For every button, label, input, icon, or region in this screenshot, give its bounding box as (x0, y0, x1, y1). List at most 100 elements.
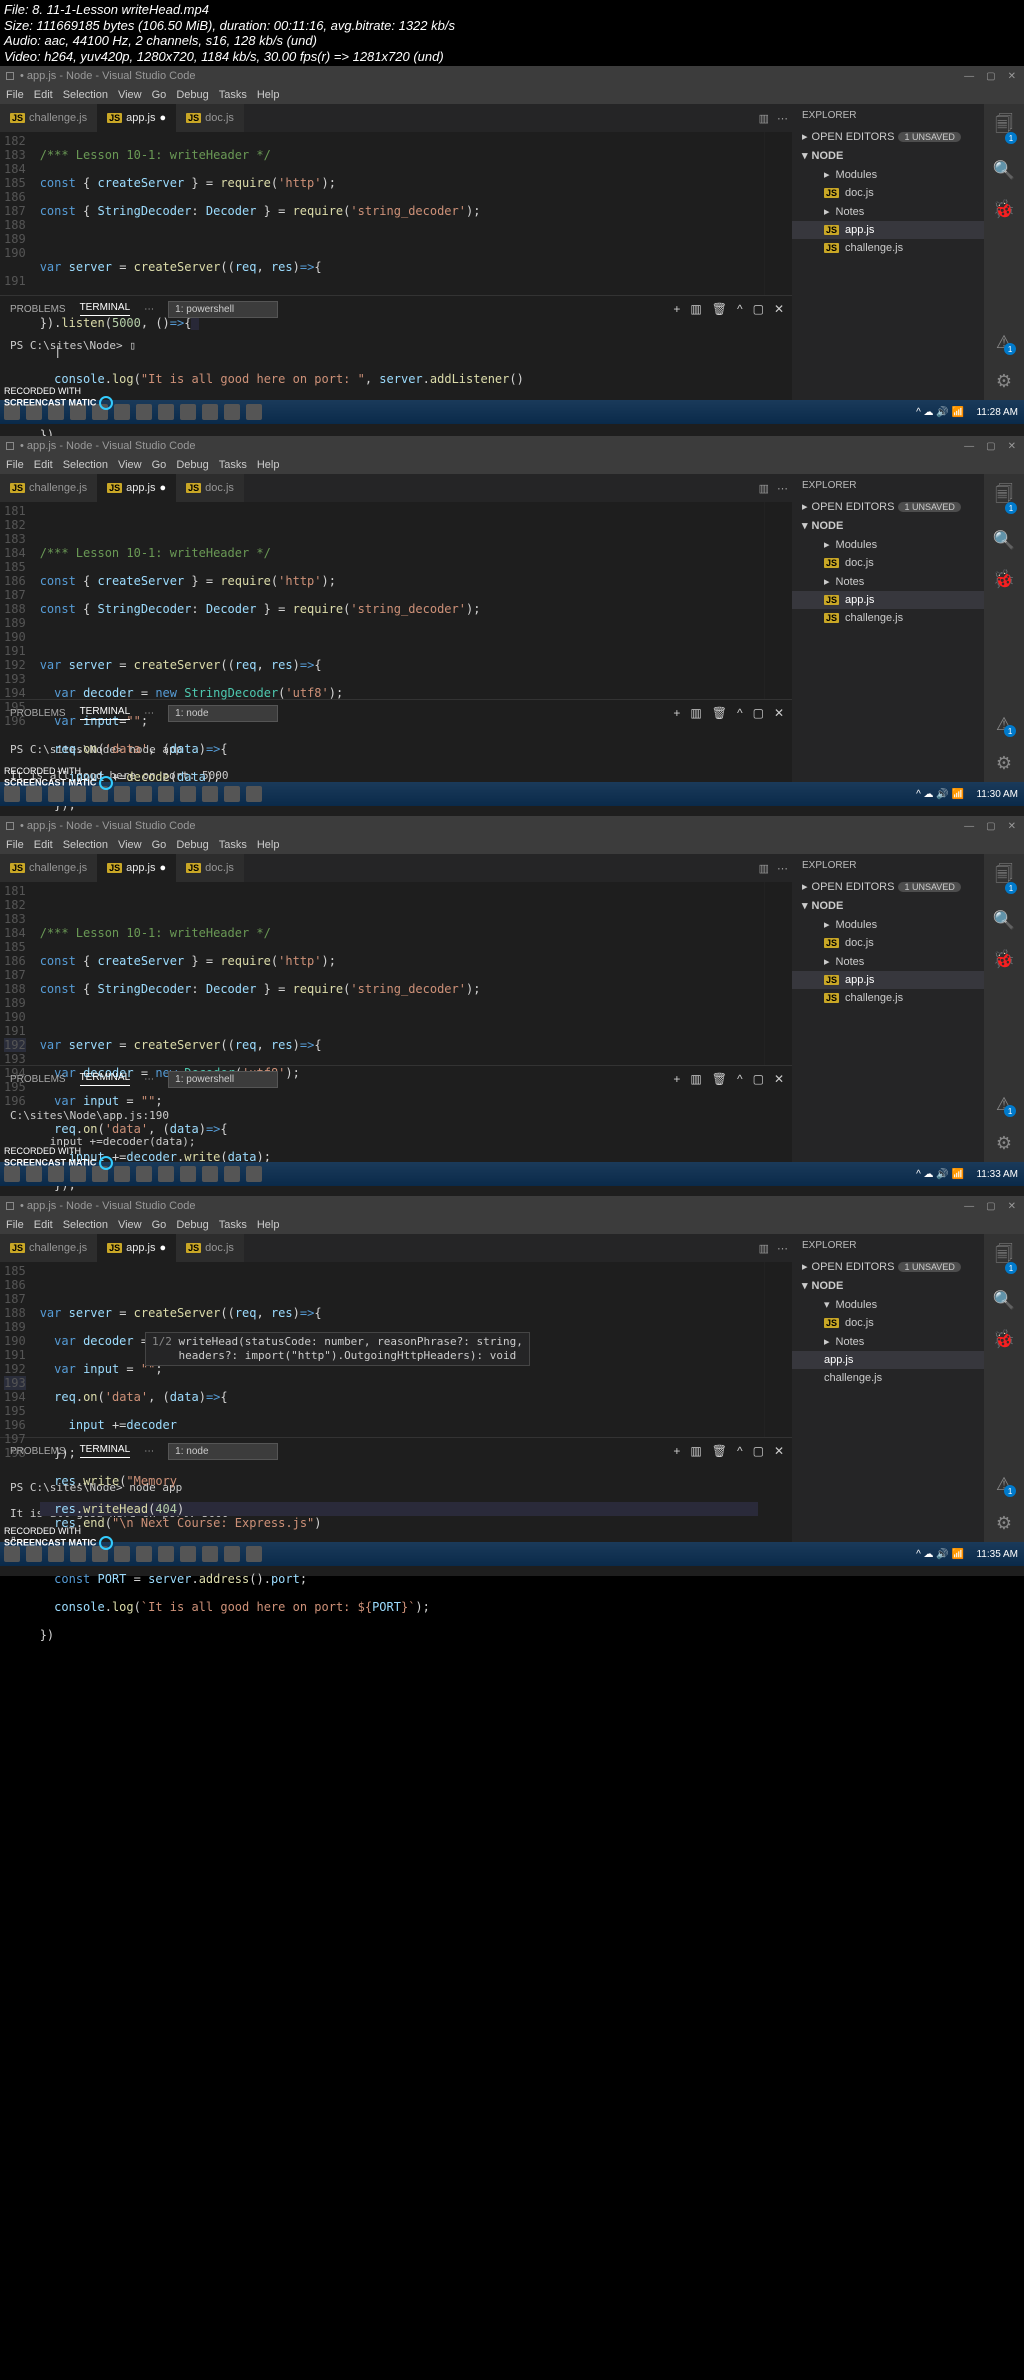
shell-select[interactable]: 1: node (168, 705, 278, 722)
tab-doc[interactable]: JSdoc.js (176, 474, 244, 502)
new-terminal-icon[interactable]: + (673, 302, 680, 316)
more-icon[interactable]: ⋯ (777, 482, 788, 495)
watermark: RECORDED WITH SCREENCAST MATIC (4, 386, 113, 410)
file-app[interactable]: JS app.js (792, 221, 984, 239)
new-terminal-icon[interactable]: + (673, 706, 680, 720)
close-button[interactable]: ✕ (1008, 71, 1016, 82)
code-editor[interactable]: 1811821831841851861871881891901911921931… (0, 882, 792, 1065)
tab-app[interactable]: JSapp.js● (97, 1234, 176, 1262)
search-icon[interactable]: 🔍 (993, 1290, 1015, 1311)
menu-file[interactable]: File (6, 89, 24, 101)
debug-icon[interactable]: 🐞 (993, 1329, 1015, 1350)
tab-challenge[interactable]: JSchallenge.js (0, 474, 97, 502)
menu-tasks[interactable]: Tasks (219, 89, 247, 101)
taskbar: ^ ☁ 🔊 📶 11:28 AM (0, 400, 1024, 424)
window-titlebar: • app.js - Node - Visual Studio Code — ▢… (0, 66, 1024, 86)
minimize-button[interactable]: — (964, 71, 974, 82)
code-editor[interactable]: 1811821831841851861871881891901911921931… (0, 502, 792, 699)
menubar: File Edit Selection View Go Debug Tasks … (0, 86, 1024, 104)
gear-icon[interactable]: ⚙ (996, 753, 1012, 774)
split-editor-icon[interactable]: ▥ (759, 112, 769, 125)
gear-icon[interactable]: ⚙ (996, 1513, 1012, 1534)
maximize-button[interactable]: ▢ (986, 71, 995, 82)
split-terminal-icon[interactable]: ▥ (690, 302, 701, 316)
tab-doc[interactable]: JSdoc.js (176, 1234, 244, 1262)
tab-app[interactable]: JSapp.js● (97, 474, 176, 502)
chevron-up-icon[interactable]: ^ (737, 302, 743, 316)
meta-line: File: 8. 11-1-Lesson writeHead.mp4 (4, 2, 1020, 18)
gear-icon[interactable]: ⚙ (996, 371, 1012, 392)
node-folder[interactable]: ▾ NODE (792, 516, 984, 535)
editor-tabs: JSchallenge.js JSapp.js● JSdoc.js ▥ ⋯ (0, 104, 792, 132)
close-button[interactable]: ✕ (1008, 441, 1016, 452)
editor-tabs: JSchallenge.js JSapp.js● JSdoc.js ▥ ⋯ (0, 474, 792, 502)
gear-icon[interactable]: ⚙ (996, 1133, 1012, 1154)
menubar: FileEditSelectionViewGoDebugTasksHelp (0, 456, 1024, 474)
files-icon[interactable]: 🗐1 (995, 862, 1013, 892)
shell-select[interactable]: 1: powershell (168, 301, 278, 318)
taskbar-clock: 11:30 AM (976, 789, 1018, 800)
code-editor[interactable]: 182183184185186187188189190191 /*** Less… (0, 132, 792, 295)
maximize-panel-icon[interactable]: ▢ (753, 302, 764, 316)
tab-app[interactable]: JSapp.js● (97, 104, 176, 132)
file-doc[interactable]: JS doc.js (792, 184, 984, 202)
window-titlebar: • app.js - Node - Visual Studio Code — ▢ ✕ (0, 436, 1024, 456)
minimap[interactable] (764, 132, 792, 295)
alert-icon[interactable]: ⚠1 (996, 332, 1012, 353)
explorer-title: EXPLORER (792, 104, 984, 127)
file-challenge[interactable]: JS challenge.js (792, 239, 984, 257)
debug-icon[interactable]: 🐞 (993, 949, 1015, 970)
debug-icon[interactable]: 🐞 (993, 569, 1015, 590)
meta-line: Video: h264, yuv420p, 1280x720, 1184 kb/… (4, 49, 1020, 65)
menu-edit[interactable]: Edit (34, 89, 53, 101)
line-gutter: 182183184185186187188189190191 (0, 132, 34, 295)
menu-go[interactable]: Go (152, 89, 167, 101)
folder-modules[interactable]: ▸ Modules (792, 165, 984, 184)
files-icon[interactable]: 🗐1 (995, 112, 1013, 142)
explorer-sidebar: EXPLORER ▸ OPEN EDITORS 1 UNSAVED ▾ NODE… (792, 104, 984, 400)
open-editors-section[interactable]: ▸ OPEN EDITORS 1 UNSAVED (792, 127, 984, 146)
code-editor[interactable]: 1851861871881891901911921931941951961971… (0, 1262, 792, 1437)
trash-icon[interactable]: 🗑 (712, 706, 727, 720)
tab-challenge[interactable]: JSchallenge.js (0, 104, 97, 132)
open-editors-section[interactable]: ▸ OPEN EDITORS 1 UNSAVED (792, 497, 984, 516)
panel-terminal[interactable]: TERMINAL (80, 302, 131, 316)
panel-problems[interactable]: PROBLEMS (10, 708, 66, 719)
activity-bar: 🗐1 🔍 🐞 ⚠1 ⚙ (984, 104, 1024, 400)
more-icon[interactable]: ⋯ (777, 112, 788, 125)
window-title: • app.js - Node - Visual Studio Code (20, 440, 195, 452)
file-app[interactable]: JS app.js (792, 591, 984, 609)
folder-notes[interactable]: ▸ Notes (792, 202, 984, 221)
files-icon[interactable]: 🗐1 (995, 482, 1013, 512)
meta-line: Audio: aac, 44100 Hz, 2 channels, s16, 1… (4, 33, 1020, 49)
taskbar-clock: 11:28 AM (976, 407, 1018, 418)
explorer-sidebar: EXPLORER ▸ OPEN EDITORS 1 UNSAVED ▾ NODE… (792, 474, 984, 782)
minimize-button[interactable]: — (964, 441, 974, 452)
panel-terminal[interactable]: TERMINAL (80, 706, 131, 720)
files-icon[interactable]: 🗐1 (995, 1242, 1013, 1272)
panel-problems[interactable]: PROBLEMS (10, 304, 66, 315)
tab-doc[interactable]: JSdoc.js (176, 854, 244, 882)
split-terminal-icon[interactable]: ▥ (690, 706, 701, 720)
menu-selection[interactable]: Selection (63, 89, 108, 101)
menu-view[interactable]: View (118, 89, 142, 101)
tab-app[interactable]: JSapp.js● (97, 854, 176, 882)
search-icon[interactable]: 🔍 (993, 910, 1015, 931)
node-folder[interactable]: ▾ NODE (792, 146, 984, 165)
tab-challenge[interactable]: JSchallenge.js (0, 1234, 97, 1262)
search-icon[interactable]: 🔍 (993, 530, 1015, 551)
minimap[interactable] (764, 502, 792, 699)
split-editor-icon[interactable]: ▥ (759, 482, 769, 495)
tab-challenge[interactable]: JSchallenge.js (0, 854, 97, 882)
close-panel-icon[interactable]: ✕ (774, 302, 784, 316)
panel-more-icon[interactable]: ⋯ (144, 304, 154, 315)
trash-icon[interactable]: 🗑 (712, 302, 727, 316)
search-icon[interactable]: 🔍 (993, 160, 1015, 181)
tab-doc[interactable]: JSdoc.js (176, 104, 244, 132)
debug-icon[interactable]: 🐞 (993, 199, 1015, 220)
menu-debug[interactable]: Debug (176, 89, 208, 101)
menu-help[interactable]: Help (257, 89, 280, 101)
maximize-button[interactable]: ▢ (986, 441, 995, 452)
meta-line: Size: 111669185 bytes (106.50 MiB), dura… (4, 18, 1020, 34)
signature-help: 1/2 writeHead(statusCode: number, reason… (145, 1332, 530, 1366)
